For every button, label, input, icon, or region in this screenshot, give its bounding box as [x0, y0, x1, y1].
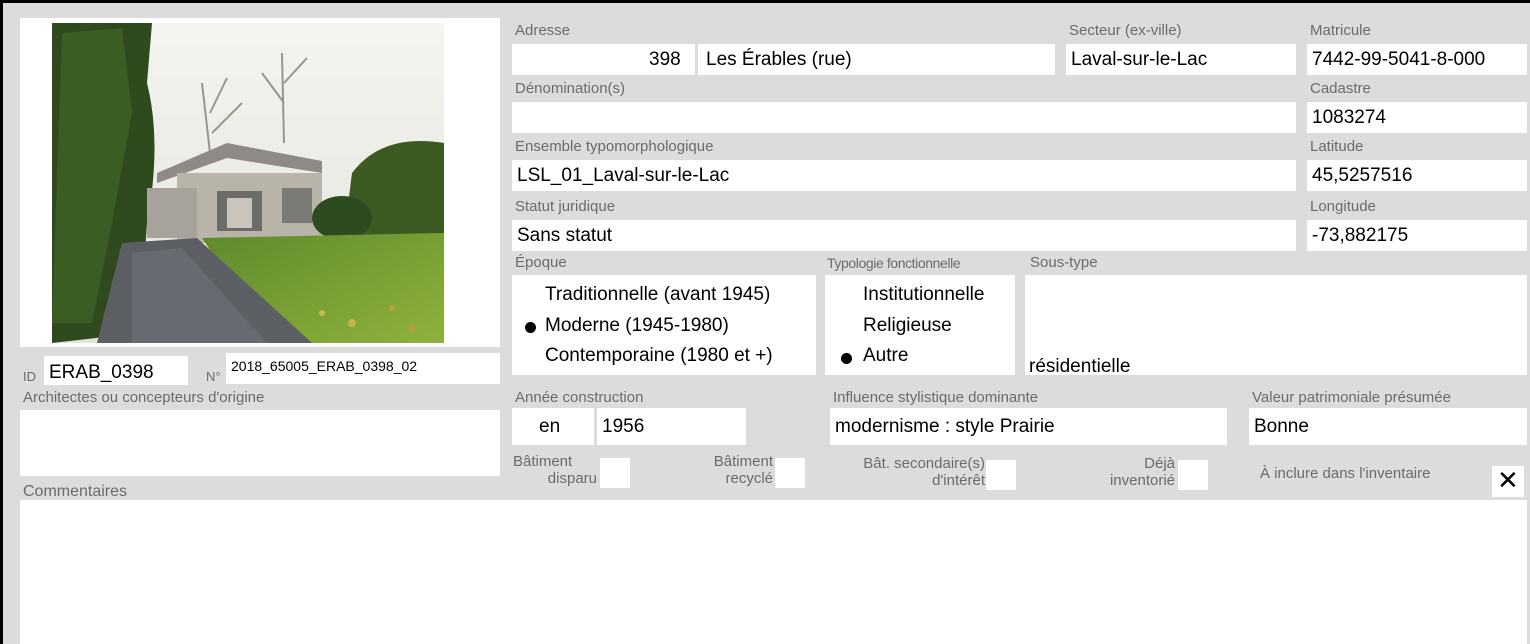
ensemble-label: Ensemble typomorphologique	[515, 138, 714, 155]
typologie-option-institutionnelle[interactable]: Institutionnelle	[863, 283, 984, 307]
denomination-label: Dénomination(s)	[515, 80, 626, 97]
ensemble-value: LSL_01_Laval-sur-le-Lac	[512, 160, 1296, 191]
adresse-label: Adresse	[515, 22, 571, 39]
cadastre-value: 1083274	[1307, 102, 1527, 133]
secteur-value: Laval-sur-le-Lac	[1066, 44, 1296, 75]
statut-label: Statut juridique	[515, 198, 616, 215]
checkmark-x-icon: ✕	[1497, 466, 1519, 496]
no-label: N°	[206, 369, 221, 384]
soustype-value: résidentielle	[1029, 356, 1131, 377]
adresse-rue: Les Érables (rue)	[706, 49, 852, 70]
latitude-value: 45,5257516	[1307, 160, 1527, 191]
commentaires-label: Commentaires	[23, 483, 128, 500]
a-inclure-checkbox[interactable]: ✕	[1492, 466, 1524, 497]
commentaires-field[interactable]	[20, 500, 1527, 644]
building-photo	[52, 23, 444, 343]
epoque-option-traditionnelle[interactable]: Traditionnelle (avant 1945)	[545, 283, 770, 307]
batiment-recycle-label: Bâtiment recyclé	[713, 453, 773, 487]
typologie-dot-2	[841, 353, 852, 364]
adresse-divider	[695, 44, 698, 75]
epoque-label: Époque	[515, 254, 567, 271]
epoque-option-moderne[interactable]: Moderne (1945-1980)	[545, 314, 729, 338]
inventory-form: ID ERAB_0398 N° 2018_65005_ERAB_0398_02 …	[0, 0, 1530, 644]
architectes-label: Architectes ou concepteurs d'origine	[23, 389, 265, 406]
a-inclure-label: À inclure dans l'inventaire	[1260, 465, 1431, 482]
denomination-value	[512, 102, 1296, 133]
architectes-value	[20, 410, 500, 476]
secteur-label: Secteur (ex-ville)	[1069, 22, 1182, 39]
typologie-option-religieuse[interactable]: Religieuse	[863, 314, 952, 338]
typologie-option-autre[interactable]: Autre	[863, 344, 908, 368]
epoque-option-contemporaine[interactable]: Contemporaine (1980 et +)	[545, 344, 773, 368]
soustype-label: Sous-type	[1030, 254, 1098, 271]
batiment-disparu-label: Bâtiment disparu	[513, 453, 597, 487]
bat-secondaire-label: Bât. secondaire(s) d'intérêt	[863, 455, 985, 489]
annee-value: 1956	[602, 416, 645, 437]
deja-inventorie-checkbox[interactable]	[1178, 460, 1208, 490]
influence-label: Influence stylistique dominante	[833, 389, 1039, 406]
valeur-label: Valeur patrimoniale présumée	[1252, 389, 1451, 406]
cadastre-label: Cadastre	[1310, 80, 1371, 97]
matricule-label: Matricule	[1310, 22, 1371, 39]
influence-value: modernisme : style Prairie	[830, 408, 1227, 445]
annee-label: Année construction	[515, 389, 644, 406]
statut-value: Sans statut	[512, 220, 1296, 251]
batiment-disparu-checkbox[interactable]	[600, 458, 630, 488]
valeur-value: Bonne	[1249, 408, 1527, 445]
id-label: ID	[23, 369, 36, 384]
longitude-value: -73,882175	[1307, 220, 1527, 251]
batiment-recycle-checkbox[interactable]	[775, 458, 805, 488]
deja-inventorie-label: Déjà inventorié	[1109, 455, 1175, 489]
id-value: ERAB_0398	[44, 356, 188, 385]
adresse-numero: 398	[649, 49, 681, 70]
annee-prefix: en	[539, 416, 561, 437]
bat-secondaire-checkbox[interactable]	[986, 460, 1016, 490]
typologie-label: Typologie fonctionnelle	[827, 255, 961, 271]
latitude-label: Latitude	[1310, 138, 1364, 155]
annee-divider	[594, 408, 597, 445]
longitude-label: Longitude	[1310, 198, 1376, 215]
epoque-dot-1	[525, 322, 536, 333]
matricule-value: 7442-99-5041-8-000	[1307, 44, 1527, 75]
no-value: 2018_65005_ERAB_0398_02	[226, 353, 500, 384]
